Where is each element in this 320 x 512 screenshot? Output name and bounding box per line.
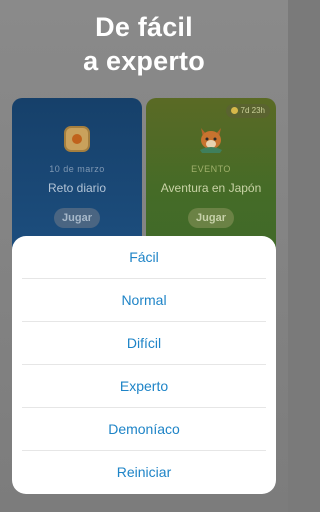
clock-icon xyxy=(230,107,238,114)
event-title: Aventura en Japón xyxy=(160,181,262,195)
event-play-button[interactable]: Jugar xyxy=(188,208,234,228)
option-expert[interactable]: Experto xyxy=(22,365,266,408)
title-line-1: De fácil xyxy=(95,12,193,42)
page-title: De fácil a experto xyxy=(0,10,288,78)
daily-title: Reto diario xyxy=(47,181,107,195)
title-line-2: a experto xyxy=(83,46,205,76)
option-hard[interactable]: Difícil xyxy=(22,322,266,365)
difficulty-menu-sheet: Fácil Normal Difícil Experto Demoníaco R… xyxy=(12,236,276,494)
event-kind-label: EVENTO xyxy=(191,164,231,174)
fox-mascot-icon xyxy=(200,128,222,153)
event-timer-badge: 7d 23h xyxy=(225,104,270,118)
option-restart[interactable]: Reiniciar xyxy=(22,451,266,494)
calendar-badge-icon xyxy=(64,126,90,152)
event-timer-text: 7d 23h xyxy=(240,106,265,115)
daily-play-button[interactable]: Jugar xyxy=(54,208,100,228)
daily-date: 10 de marzo xyxy=(49,164,105,174)
option-easy[interactable]: Fácil xyxy=(22,236,266,279)
option-demonic[interactable]: Demoníaco xyxy=(22,408,266,451)
option-normal[interactable]: Normal xyxy=(22,279,266,322)
